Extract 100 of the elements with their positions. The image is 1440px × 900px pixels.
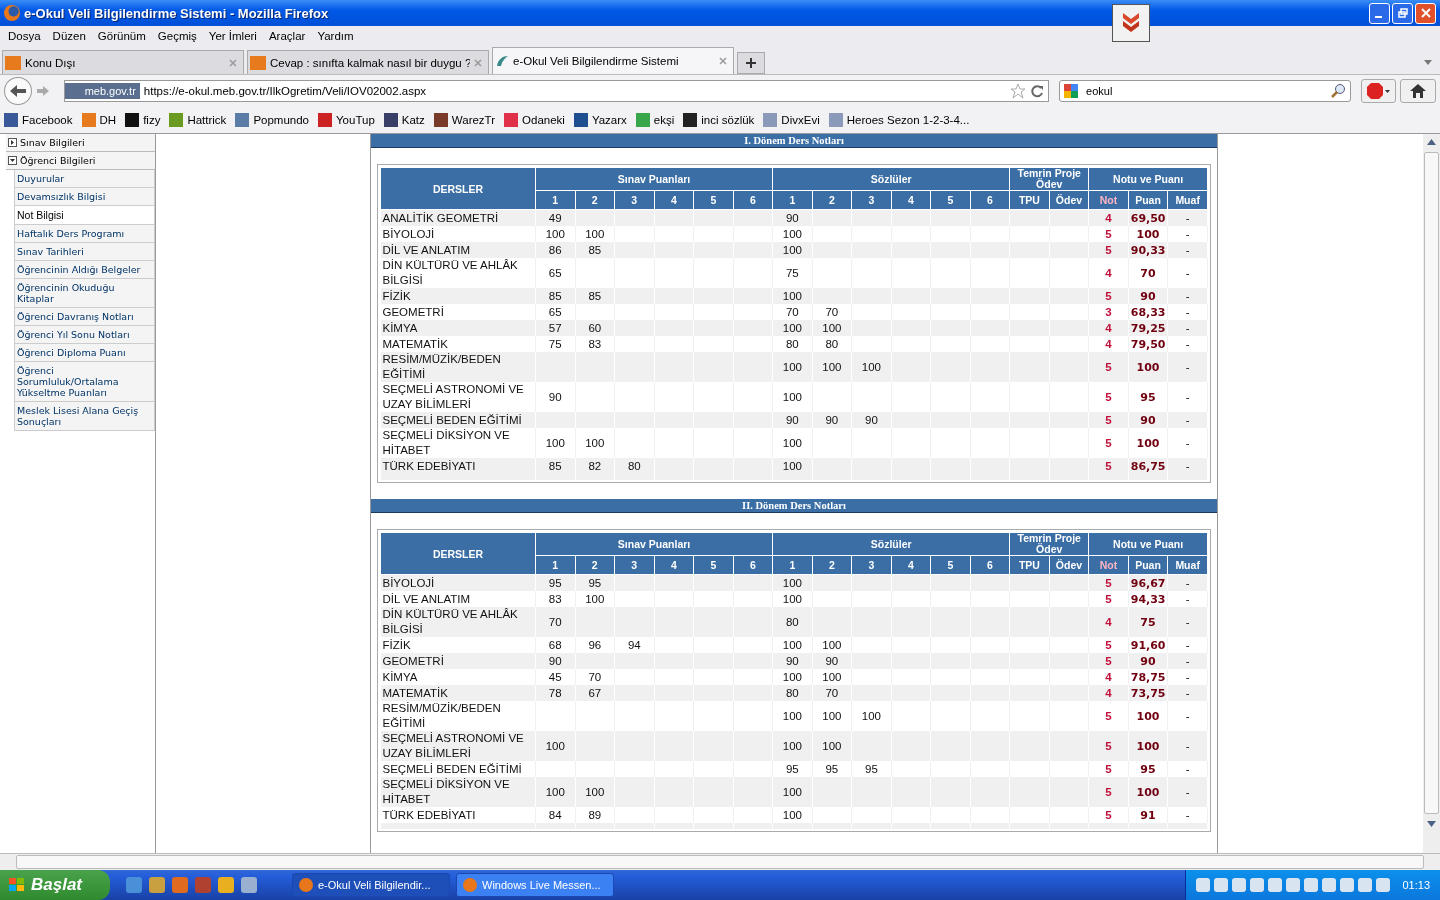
tray-icon[interactable] — [1376, 878, 1391, 892]
table-cell: 90 — [865, 413, 878, 426]
site-identity[interactable]: meb.gov.tr — [64, 83, 140, 99]
tray-icon[interactable] — [1268, 878, 1283, 892]
bookmark-link[interactable]: ekşi — [635, 113, 675, 127]
close-tab-icon[interactable] — [474, 58, 482, 67]
bookmark-link[interactable]: DivxEvi — [763, 113, 820, 127]
sidebar-group[interactable]: Sınav Bilgileri — [6, 134, 155, 152]
quick-launch-icon[interactable] — [241, 877, 257, 893]
tray-icon[interactable] — [1196, 878, 1211, 892]
menu-item[interactable]: Dosya — [2, 30, 47, 42]
scroll-up-icon[interactable] — [1427, 139, 1436, 145]
sidebar-item[interactable]: Öğrenci Sorumluluk/Ortalama Yükseltme Puanları — [14, 362, 155, 402]
menu-item[interactable]: Araçlar — [262, 30, 312, 42]
minimize-button[interactable] — [1369, 2, 1390, 24]
search-field[interactable]: eokul — [1059, 80, 1351, 102]
bookmark-link[interactable]: Katz — [383, 113, 425, 127]
table-cell: 70 — [548, 615, 562, 628]
grade-value: 5 — [1105, 785, 1112, 798]
star-icon[interactable] — [1010, 83, 1027, 99]
scroll-down-icon[interactable] — [1427, 821, 1436, 827]
table-cell: 100 — [782, 670, 802, 683]
menu-item[interactable]: Geçmiş — [151, 30, 203, 42]
sidebar-item[interactable]: Haftalık Ders Programı — [14, 225, 155, 243]
sidebar-item[interactable]: Not Bilgisi — [14, 206, 155, 225]
tray-icon[interactable] — [1250, 878, 1265, 892]
reload-icon[interactable] — [1030, 84, 1045, 98]
tray-icon[interactable] — [1340, 878, 1355, 892]
browser-tab[interactable]: Cevap : sınıfta kalmak nasıl bir duygu ? — [247, 50, 489, 74]
expander-icon[interactable] — [8, 138, 17, 147]
start-button[interactable]: Başlat — [0, 870, 110, 900]
bookmark-link[interactable]: Hattrick — [169, 113, 227, 127]
bookmark-link[interactable]: YouTup — [318, 113, 375, 127]
table-cell: - — [1185, 321, 1190, 334]
sidebar-item[interactable]: Öğrenci Davranış Notları — [14, 308, 155, 326]
sidebar-item[interactable]: Öğrencinin Aldığı Belgeler — [14, 261, 155, 279]
table-cell: - — [1185, 360, 1190, 373]
tab-list-icon[interactable] — [1424, 60, 1432, 65]
table-cell: 85 — [588, 289, 602, 302]
sidebar-item[interactable]: Öğrenci Diploma Puanı — [14, 344, 155, 362]
table-cell: 95 — [588, 576, 602, 589]
adblock-button[interactable] — [1360, 79, 1397, 103]
bookmark-link[interactable]: Yazarx — [573, 113, 627, 127]
sidebar-item[interactable]: Öğrencinin Okuduğu Kitaplar — [14, 279, 155, 308]
bookmark-link[interactable]: Facebook — [4, 113, 73, 127]
maximize-button[interactable] — [1392, 2, 1413, 24]
subject-name: ANALİTİK GEOMETRİ — [382, 211, 499, 224]
bookmark-link[interactable]: Heroes Sezon 1-2-3-4... — [828, 113, 970, 127]
search-icon[interactable] — [1329, 83, 1346, 99]
quick-launch-icon[interactable] — [149, 877, 165, 893]
table-cell: 84 — [548, 808, 562, 821]
table-cell: 100 — [782, 739, 802, 752]
taskbar-button[interactable]: Windows Live Messen... — [456, 873, 614, 897]
tray-icon[interactable] — [1214, 878, 1229, 892]
close-tab-icon[interactable] — [719, 57, 727, 65]
sidebar-item[interactable]: Meslek Lisesi Alana Geçiş Sonuçları — [14, 402, 155, 431]
table-cell: 100 — [822, 638, 842, 651]
close-tab-icon[interactable] — [229, 58, 237, 67]
search-engine-icon[interactable] — [1064, 84, 1079, 98]
table-cell: 100 — [545, 785, 565, 798]
tray-icon[interactable] — [1286, 878, 1301, 892]
sidebar-item[interactable]: Duyurular — [14, 170, 155, 188]
table-cell: - — [1185, 654, 1190, 667]
subject-name: SEÇMELİ ASTRONOMİ VE UZAY BİLİMLERİ — [382, 732, 524, 759]
bookmark-link[interactable]: WarezTr — [433, 113, 496, 127]
sidebar-item[interactable]: Öğrenci Yıl Sonu Notları — [14, 326, 155, 344]
horizontal-scrollbar[interactable] — [0, 853, 1440, 870]
subject-name: DİL VE ANLATIM — [382, 592, 471, 605]
home-button[interactable] — [1400, 79, 1436, 103]
forward-icon[interactable] — [35, 85, 50, 97]
tray-icon[interactable] — [1232, 878, 1247, 892]
tray-icon[interactable] — [1304, 878, 1319, 892]
new-tab-button[interactable] — [737, 52, 765, 74]
grade-value: 5 — [1105, 227, 1112, 240]
quick-launch-icon[interactable] — [218, 877, 234, 893]
browser-tab[interactable]: Konu Dışı — [2, 50, 244, 74]
bookmark-link[interactable]: inci sözlük — [683, 113, 755, 127]
sidebar-group[interactable]: Öğrenci Bilgileri — [6, 152, 155, 170]
menu-item[interactable]: Düzen — [46, 30, 92, 42]
browser-tab[interactable]: e-Okul Veli Bilgilendirme Sistemi — [492, 47, 734, 74]
menu-item[interactable]: Yer İmleri — [202, 30, 263, 42]
bookmark-link[interactable]: Popmundo — [235, 113, 309, 127]
score-value: 91 — [1140, 808, 1156, 822]
sidebar-item[interactable]: Devamsızlık Bilgisi — [14, 188, 155, 206]
bookmark-link[interactable]: fizy — [125, 113, 161, 127]
back-button[interactable] — [4, 77, 32, 105]
taskbar-button[interactable]: e-Okul Veli Bilgilendir... — [292, 873, 450, 897]
table-cell: 100 — [782, 243, 802, 256]
close-button[interactable] — [1415, 2, 1436, 24]
download-arrows-icon[interactable] — [1112, 4, 1150, 42]
menu-item[interactable]: Görünüm — [91, 30, 152, 42]
menu-item[interactable]: Yardım — [311, 30, 360, 42]
vertical-scrollbar[interactable] — [1423, 134, 1440, 853]
tray-icon[interactable] — [1358, 878, 1373, 892]
tray-icon[interactable] — [1322, 878, 1337, 892]
sidebar-item[interactable]: Sınav Tarihleri — [14, 243, 155, 261]
bookmark-link[interactable]: Odaneki — [504, 113, 565, 127]
expander-icon[interactable] — [8, 156, 17, 165]
address-bar[interactable]: meb.gov.tr https://e-okul.meb.gov.tr/IlkOgretim/Veli/IOV02002.aspx — [63, 80, 1050, 102]
bookmark-link[interactable]: DH — [81, 113, 117, 127]
